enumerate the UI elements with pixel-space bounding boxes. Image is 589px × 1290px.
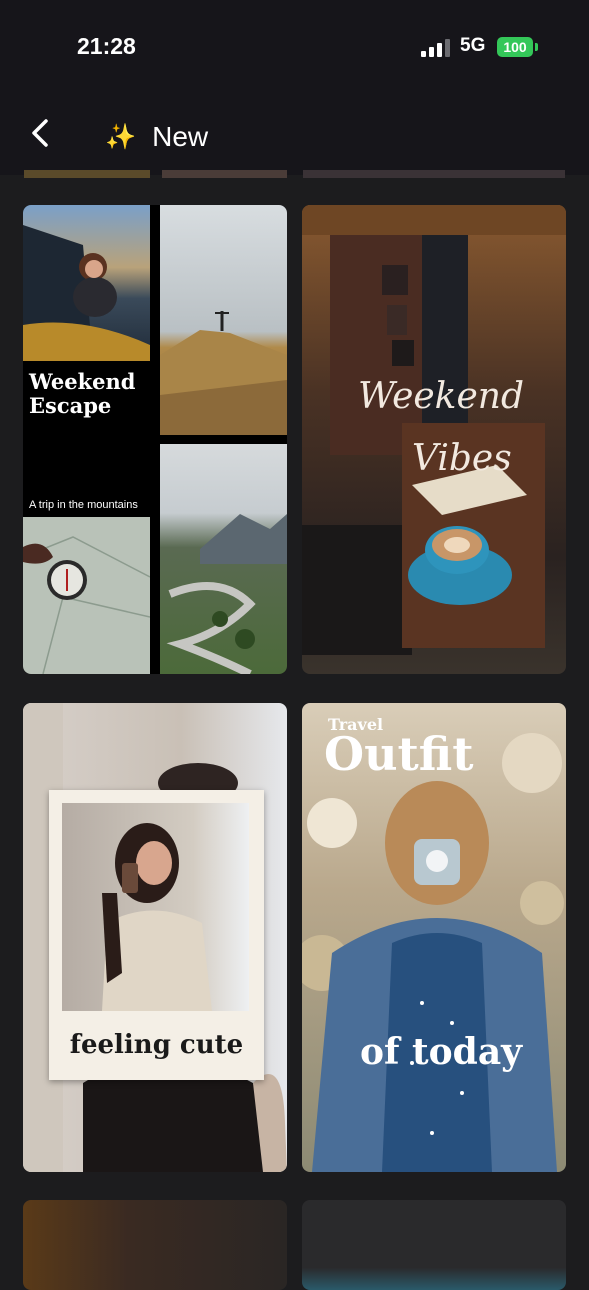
- template-title-line1: Weekend: [358, 376, 525, 417]
- sparkles-icon: ✨: [105, 122, 137, 151]
- back-button[interactable]: [28, 113, 54, 153]
- template-footer: of today: [360, 1031, 523, 1073]
- template-card-weekend-escape[interactable]: Weekend Escape A trip in the mountains: [23, 205, 287, 674]
- template-card-partial[interactable]: [302, 1200, 566, 1290]
- photo-mountain-peak: [160, 205, 287, 435]
- signal-icon: [421, 38, 451, 57]
- template-subtitle: A trip in the mountains: [29, 499, 138, 511]
- polaroid-caption: feeling cute: [69, 1030, 244, 1060]
- previous-row-edge: [162, 170, 287, 178]
- template-title-line2: Vibes: [412, 438, 512, 479]
- template-card-travel-outfit[interactable]: Travel Outfit of today: [302, 703, 566, 1172]
- status-bar: 21:28 5G 100: [0, 0, 589, 95]
- page-title-group: ✨ New: [105, 117, 208, 157]
- template-title: Weekend Escape: [29, 370, 135, 418]
- status-time: 21:28: [77, 33, 136, 59]
- template-card-partial[interactable]: [23, 1200, 287, 1290]
- network-label: 5G: [460, 35, 486, 56]
- template-title: Outfit: [324, 727, 474, 781]
- battery-tip: [535, 43, 538, 51]
- polaroid-frame: feeling cute: [49, 790, 264, 1080]
- photo-car-selfie: [23, 205, 150, 361]
- photo-mountain-road: [160, 444, 287, 674]
- polaroid-photo: [62, 803, 249, 1011]
- template-card-feeling-cute[interactable]: feeling cute: [23, 703, 287, 1172]
- top-nav-bar: ✨ New: [0, 95, 589, 175]
- template-title-line2: Escape: [29, 393, 112, 418]
- previous-row-edge: [24, 170, 150, 178]
- template-card-weekend-vibes[interactable]: Weekend Vibes: [302, 205, 566, 674]
- photo-map-compass: [23, 517, 150, 674]
- battery-icon: 100: [497, 37, 533, 57]
- chevron-left-icon: [32, 119, 48, 147]
- previous-row-edge: [303, 170, 565, 178]
- template-title-line1: Weekend: [29, 369, 136, 394]
- page-title: New: [152, 121, 209, 152]
